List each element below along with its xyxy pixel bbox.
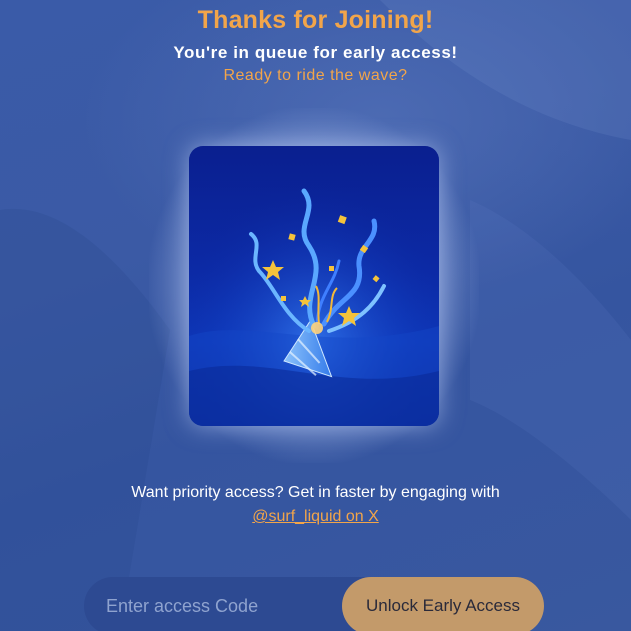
unlock-early-access-button[interactable]: Unlock Early Access (342, 577, 544, 631)
priority-access-message: Want priority access? Get in faster by e… (100, 481, 531, 529)
celebration-illustration (189, 146, 439, 426)
main-content: Thanks for Joining! You're in queue for … (0, 0, 631, 631)
page-title: Thanks for Joining! (197, 6, 434, 34)
access-code-form: Unlock Early Access (84, 577, 544, 631)
x-profile-link[interactable]: @surf_liquid on X (252, 508, 379, 525)
queue-message: You're in queue for early access! (173, 43, 458, 62)
tagline: Ready to ride the wave? (223, 67, 408, 84)
party-popper-icon (189, 146, 439, 426)
access-code-input[interactable] (84, 577, 344, 631)
priority-text: Want priority access? Get in faster by e… (131, 484, 500, 501)
